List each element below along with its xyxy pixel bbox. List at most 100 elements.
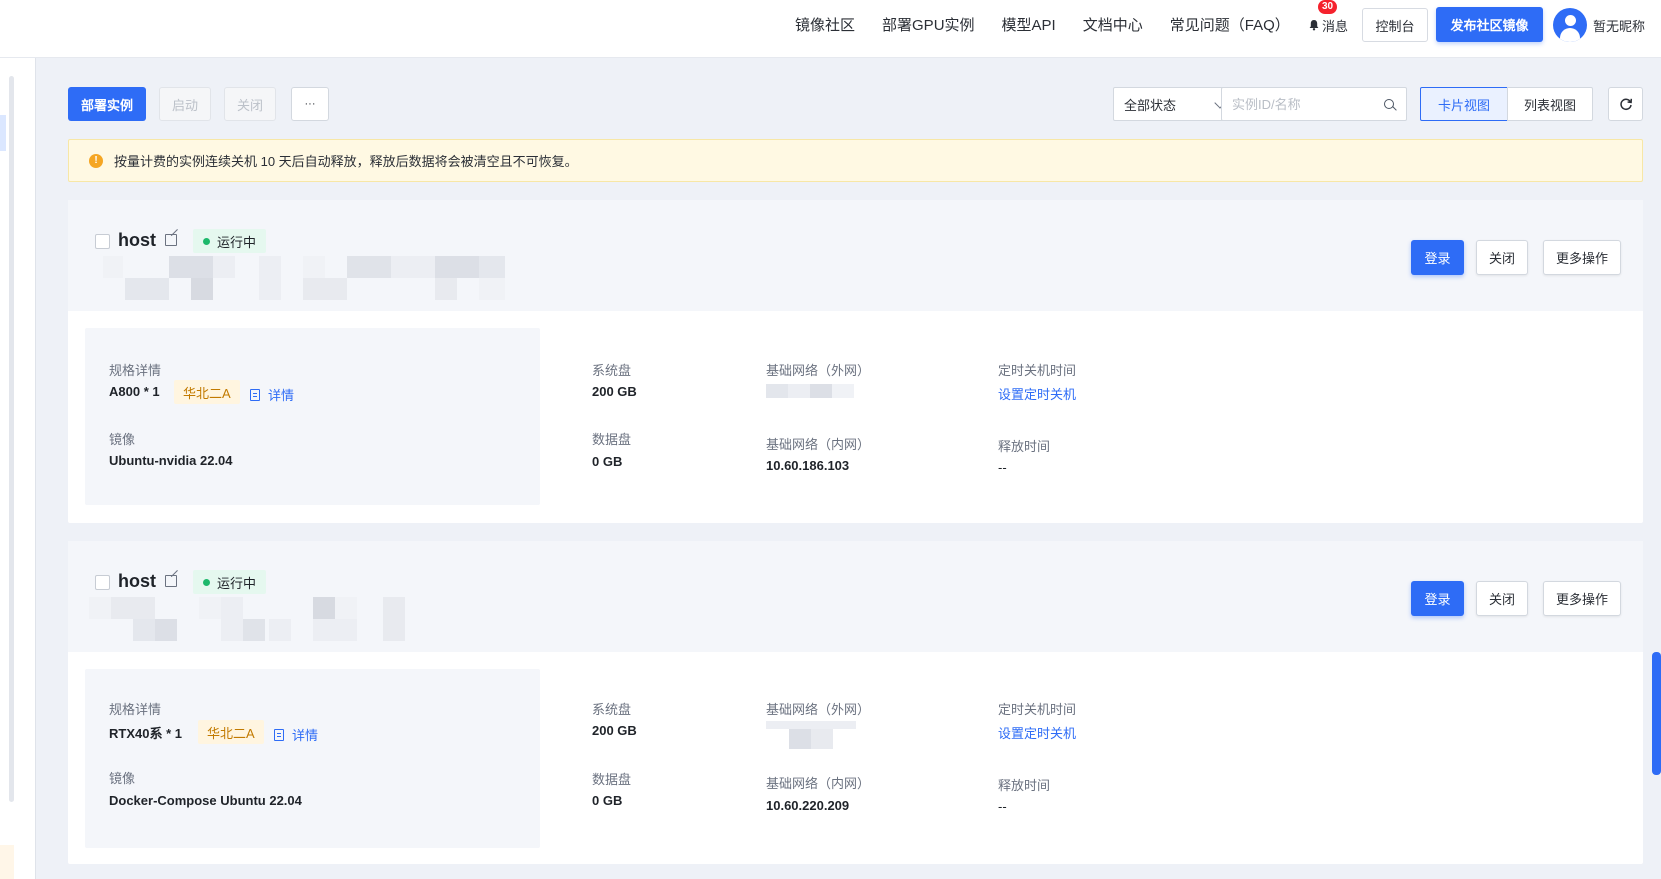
network-ext-label: 基础网络（外网） [766,363,871,378]
warning-icon: ! [89,153,103,168]
user-menu[interactable]: 暂无昵称 [1553,8,1645,42]
list-view-tab[interactable]: 列表视图 [1507,87,1593,121]
close-button[interactable]: 关闭 [1476,581,1528,616]
messages-button[interactable]: 消息 30 [1308,0,1354,40]
card-view-tab[interactable]: 卡片视图 [1420,87,1508,121]
messages-label: 消息 [1322,18,1349,34]
document-icon [250,388,260,401]
redacted-ext-ip [766,721,856,729]
sidebar-active-indicator [0,115,6,151]
status-filter-value: 全部状态 [1124,97,1177,113]
bell-icon [1309,20,1319,31]
running-dot-icon [203,578,210,586]
release-time-value: -- [998,799,1007,814]
nav-links: 镜像社区 部署GPU实例 模型API 文档中心 常见问题（FAQ） [795,0,1317,48]
login-button[interactable]: 登录 [1411,581,1464,616]
more-ops-button[interactable]: 更多操作 [1543,240,1621,275]
spec-panel: 规格详情 RTX40系 * 1 华北二A 详情 镜像 Docker-Compos… [85,669,540,848]
image-label: 镜像 [109,432,136,447]
stop-button[interactable]: 关闭 [224,87,276,121]
instance-checkbox[interactable] [95,234,110,249]
instance-card: host 运行中 登录 关闭 更多操作 规格详情 A800 * 1 华北二A 详… [68,200,1643,523]
sidebar-bottom-highlight [0,845,14,879]
console-button[interactable]: 控制台 [1362,8,1428,42]
more-ops-button[interactable]: 更多操作 [1543,581,1621,616]
release-time-value: -- [998,460,1007,475]
avatar [1553,8,1587,42]
publish-image-button[interactable]: 发布社区镜像 [1436,7,1543,42]
redacted-instance-id [103,256,543,300]
detail-label: 详情 [292,728,319,743]
refresh-button[interactable] [1608,87,1643,121]
running-dot-icon [203,237,210,245]
nav-link-docs[interactable]: 文档中心 [1083,14,1143,35]
sidebar [0,58,36,879]
login-button[interactable]: 登录 [1411,240,1464,275]
spec-value: RTX40系 * 1 [109,726,182,741]
deploy-instance-button[interactable]: 部署实例 [68,87,146,121]
network-int-value: 10.60.186.103 [766,458,850,473]
edit-icon[interactable] [165,575,177,587]
sidebar-scrollbar[interactable] [9,76,14,802]
top-nav: 镜像社区 部署GPU实例 模型API 文档中心 常见问题（FAQ） 消息 30 … [0,0,1661,58]
search-input[interactable] [1222,88,1382,120]
redacted-ext-ip-part [789,729,811,749]
schedule-shutdown-link[interactable]: 设置定时关机 [998,723,1076,742]
image-value: Docker-Compose Ubuntu 22.04 [109,793,302,808]
system-disk-label: 系统盘 [592,363,632,378]
refresh-icon [1619,98,1632,111]
data-disk-value: 0 GB [592,454,623,469]
spec-label: 规格详情 [109,702,162,717]
search-box [1221,87,1407,121]
system-disk-label: 系统盘 [592,702,632,717]
release-time-label: 释放时间 [998,778,1051,793]
data-disk-label: 数据盘 [592,432,632,447]
nav-link-image-community[interactable]: 镜像社区 [795,14,855,35]
nav-link-deploy-gpu[interactable]: 部署GPU实例 [882,14,975,35]
redacted-ext-ip-part [788,384,810,398]
system-disk-value: 200 GB [592,723,637,738]
image-label: 镜像 [109,771,136,786]
detail-link[interactable]: 详情 [250,385,294,404]
instance-card-header: host 运行中 登录 关闭 更多操作 [68,541,1643,652]
region-badge: 华北二A [174,380,240,404]
edit-icon[interactable] [165,234,177,246]
network-int-label: 基础网络（内网） [766,776,871,791]
document-icon [274,728,284,741]
status-text: 运行中 [217,575,257,591]
instance-name: host [118,571,156,591]
schedule-shutdown-label: 定时关机时间 [998,363,1077,378]
image-value: Ubuntu-nvidia 22.04 [109,453,233,468]
network-ext-label: 基础网络（外网） [766,702,871,717]
instance-name: host [118,230,156,250]
instance-card: host 运行中 登录 关闭 更多操作 规格详情 RTX40系 * 1 华北二A [68,541,1643,864]
instance-checkbox[interactable] [95,575,110,590]
redacted-ext-ip-part [832,384,854,398]
network-int-label: 基础网络（内网） [766,437,871,452]
detail-link[interactable]: 详情 [274,725,318,744]
close-button[interactable]: 关闭 [1476,240,1528,275]
redacted-ext-ip [766,384,788,398]
detail-label: 详情 [268,388,295,403]
messages-badge: 30 [1318,0,1338,14]
data-disk-value: 0 GB [592,793,623,808]
instance-card-header: host 运行中 登录 关闭 更多操作 [68,200,1643,311]
user-name: 暂无昵称 [1593,18,1646,34]
status-text: 运行中 [217,234,257,250]
search-icon[interactable] [1384,99,1394,109]
status-badge: 运行中 [193,229,267,253]
more-actions-button[interactable]: ··· [291,87,329,121]
nav-link-model-api[interactable]: 模型API [1002,14,1056,35]
schedule-shutdown-link[interactable]: 设置定时关机 [998,384,1076,403]
auto-release-alert: ! 按量计费的实例连续关机 10 天后自动释放，释放后数据将会被清空且不可恢复。 [68,139,1643,182]
spec-panel: 规格详情 A800 * 1 华北二A 详情 镜像 Ubuntu-nvidia 2… [85,328,540,505]
system-disk-value: 200 GB [592,384,637,399]
nav-link-faq[interactable]: 常见问题（FAQ） [1170,14,1290,35]
redacted-ext-ip-part [810,384,832,398]
page-scrollbar[interactable] [1652,652,1661,775]
start-button[interactable]: 启动 [159,87,211,121]
network-int-value: 10.60.220.209 [766,798,850,813]
region-badge: 华北二A [198,720,264,744]
status-filter-select[interactable]: 全部状态 [1113,87,1237,121]
redacted-ext-ip-part [811,729,833,749]
